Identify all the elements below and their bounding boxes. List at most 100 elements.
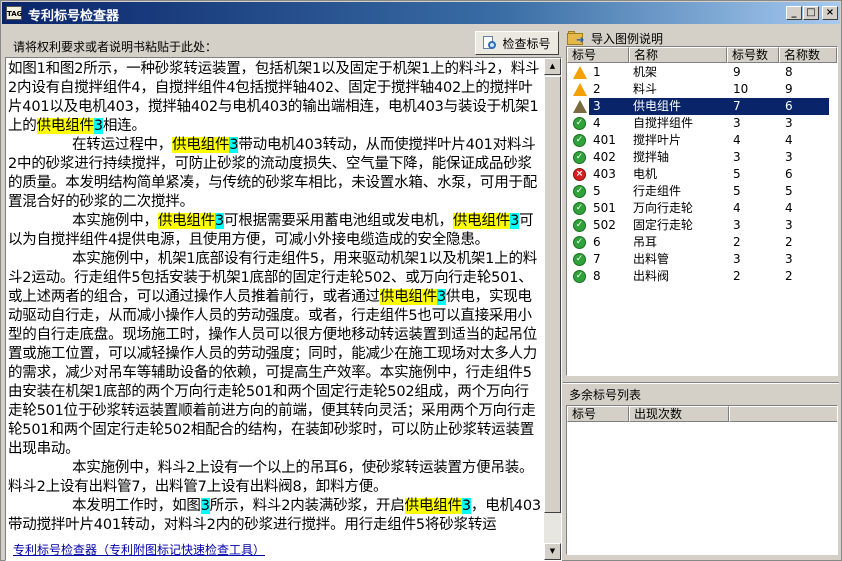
- text-paragraph: 本实施例中，机架1底部设有行走组件5，用来驱动机架1以及机架1上的料斗2运动。行…: [8, 250, 542, 459]
- highlighted-reference-number: 3: [215, 213, 225, 229]
- import-legend-button[interactable]: ➜ 导入图例说明: [567, 29, 663, 47]
- legend-cell-num: 4: [593, 116, 601, 130]
- legend-header-name[interactable]: 名称: [629, 47, 727, 63]
- legend-cell-name-count: 6: [785, 167, 793, 181]
- legend-cell-name-count: 8: [785, 65, 793, 79]
- check-ok-icon: ✓: [573, 117, 586, 130]
- legend-cell-name-count: 3: [785, 116, 793, 130]
- app-window: TAG 专利标号检查器 _ □ × 请将权利要求或者说明书粘贴于此处： 检查标号…: [0, 0, 842, 561]
- check-numbers-label: 检查标号: [502, 36, 551, 51]
- extra-header-filler: [729, 406, 837, 422]
- paste-prompt-label: 请将权利要求或者说明书粘贴于此处：: [13, 40, 218, 54]
- check-numbers-button[interactable]: 检查标号: [475, 31, 559, 55]
- scroll-up-button[interactable]: ▲: [544, 58, 561, 75]
- legend-cell-name-count: 4: [785, 201, 793, 215]
- highlighted-reference-number: 3: [93, 118, 103, 134]
- legend-row[interactable]: ✓ 5 行走组件 5 5: [567, 183, 831, 200]
- legend-list[interactable]: 标号 名称 标号数 名称数 1 机架 9 8 2 料斗 10 9 3 供电组件 7 6 ✓ 4 自搅拌组件 3…: [566, 46, 838, 376]
- legend-cell-num: 402: [593, 150, 616, 164]
- legend-cell-name-count: 3: [785, 218, 793, 232]
- selection-highlight: [588, 97, 830, 116]
- text-run: 所示，料斗2内装满砂浆，开启: [209, 498, 405, 514]
- legend-header-num-count[interactable]: 标号数: [727, 47, 779, 63]
- legend-cell-name: 出料管: [633, 252, 670, 266]
- magnifier-document-icon: [483, 35, 498, 51]
- scroll-down-button[interactable]: ▼: [544, 543, 561, 560]
- legend-cell-num-count: 7: [733, 99, 741, 113]
- check-ok-icon: ✓: [573, 202, 586, 215]
- minimize-button[interactable]: _: [786, 6, 802, 20]
- extra-header-num[interactable]: 标号: [567, 406, 629, 422]
- section-divider: [563, 382, 839, 384]
- legend-cell-name: 吊耳: [633, 235, 658, 249]
- legend-cell-num-count: 2: [733, 235, 741, 249]
- legend-cell-name: 出料阀: [633, 269, 670, 283]
- legend-row[interactable]: 2 料斗 10 9: [567, 81, 831, 98]
- legend-cell-name-count: 6: [785, 99, 793, 113]
- text-run: 可根据需要采用蓄电池组或发电机，: [224, 213, 453, 229]
- text-run: 在转运过程中，: [72, 137, 173, 153]
- maximize-button[interactable]: □: [803, 6, 819, 20]
- legend-row[interactable]: ✓ 8 出料阀 2 2: [567, 268, 831, 285]
- check-ok-icon: ✓: [573, 270, 586, 283]
- folder-import-icon: ➜: [567, 31, 585, 46]
- highlighted-component-name: 供电组件: [36, 118, 94, 134]
- legend-cell-num-count: 5: [733, 184, 741, 198]
- check-ok-icon: ✓: [573, 185, 586, 198]
- legend-row[interactable]: ✓ 402 搅拌轴 3 3: [567, 149, 831, 166]
- close-button[interactable]: ×: [822, 6, 838, 20]
- input-panel: 请将权利要求或者说明书粘贴于此处： 检查标号 如图1和图2所示，一种砂浆转运装置…: [5, 28, 562, 561]
- warning-icon: [573, 66, 587, 79]
- legend-cell-name: 搅拌轴: [633, 150, 670, 164]
- extra-header-count[interactable]: 出现次数: [629, 406, 729, 422]
- legend-cell-name: 万向行走轮: [633, 201, 694, 215]
- legend-cell-num-count: 4: [733, 201, 741, 215]
- title-bar[interactable]: TAG 专利标号检查器 _ □ ×: [2, 2, 840, 24]
- legend-cell-name-count: 5: [785, 184, 793, 198]
- legend-row[interactable]: 3 供电组件 7 6: [567, 97, 831, 116]
- highlighted-reference-number: 3: [510, 213, 520, 229]
- text-run: 供电，实现电动驱动自行走，从而减小操作人员的劳动强度。或者，行走组件5也可以直接…: [8, 289, 538, 457]
- legend-cell-num-count: 3: [733, 218, 741, 232]
- extra-numbers-list[interactable]: 标号 出现次数: [566, 405, 838, 555]
- legend-row[interactable]: × 403 电机 5 6: [567, 166, 831, 183]
- patent-text-content[interactable]: 如图1和图2所示，一种砂浆转运装置，包括机架1以及固定于机架1上的料斗2，料斗2…: [8, 60, 542, 535]
- legend-cell-num-count: 3: [733, 150, 741, 164]
- legend-row[interactable]: ✓ 401 搅拌叶片 4 4: [567, 132, 831, 149]
- error-icon: ×: [573, 168, 586, 181]
- text-vertical-scrollbar[interactable]: ▲ ▼: [544, 58, 561, 560]
- scroll-thumb[interactable]: [544, 76, 561, 513]
- legend-cell-name-count: 2: [785, 269, 793, 283]
- window-title: 专利标号检查器: [28, 9, 120, 24]
- legend-cell-num: 403: [593, 167, 616, 181]
- legend-row[interactable]: ✓ 6 吊耳 2 2: [567, 234, 831, 251]
- text-run: 本实施例中，: [72, 213, 158, 229]
- footer-link[interactable]: 专利标号检查器（专利附图标记快速检查工具）: [13, 541, 265, 558]
- legend-cell-name: 机架: [633, 65, 658, 79]
- legend-header-name-count[interactable]: 名称数: [779, 47, 837, 63]
- text-paragraph: 本发明工作时，如图3所示，料斗2内装满砂浆，开启供电组件3，电机403带动搅拌叶…: [8, 497, 542, 535]
- legend-cell-name-count: 3: [785, 252, 793, 266]
- legend-cell-num: 401: [593, 133, 616, 147]
- highlighted-component-name: 供电组件: [404, 498, 462, 514]
- legend-cell-name-count: 2: [785, 235, 793, 249]
- check-ok-icon: ✓: [573, 253, 586, 266]
- legend-row[interactable]: ✓ 502 固定行走轮 3 3: [567, 217, 831, 234]
- highlighted-component-name: 供电组件: [172, 137, 230, 153]
- legend-header-num[interactable]: 标号: [567, 47, 629, 63]
- text-run: 相连。: [102, 118, 146, 134]
- legend-cell-name: 电机: [633, 167, 658, 181]
- legend-row[interactable]: 1 机架 9 8: [567, 64, 831, 81]
- legend-cell-name-count: 3: [785, 150, 793, 164]
- legend-cell-num: 1: [593, 65, 601, 79]
- legend-cell-num-count: 5: [733, 167, 741, 181]
- legend-cell-num-count: 9: [733, 65, 741, 79]
- legend-row[interactable]: ✓ 4 自搅拌组件 3 3: [567, 115, 831, 132]
- legend-cell-num: 3: [593, 99, 601, 113]
- text-paragraph: 在转运过程中，供电组件3带动电机403转动，从而使搅拌叶片401对料斗2中的砂浆…: [8, 136, 542, 212]
- patent-text-area[interactable]: 如图1和图2所示，一种砂浆转运装置，包括机架1以及固定于机架1上的料斗2，料斗2…: [5, 57, 562, 561]
- legend-row[interactable]: ✓ 501 万向行走轮 4 4: [567, 200, 831, 217]
- text-paragraph: 本实施例中，料斗2上设有一个以上的吊耳6，使砂浆转运装置方便吊装。料斗2上设有出…: [8, 459, 542, 497]
- legend-row[interactable]: ✓ 7 出料管 3 3: [567, 251, 831, 268]
- legend-cell-num-count: 10: [733, 82, 749, 96]
